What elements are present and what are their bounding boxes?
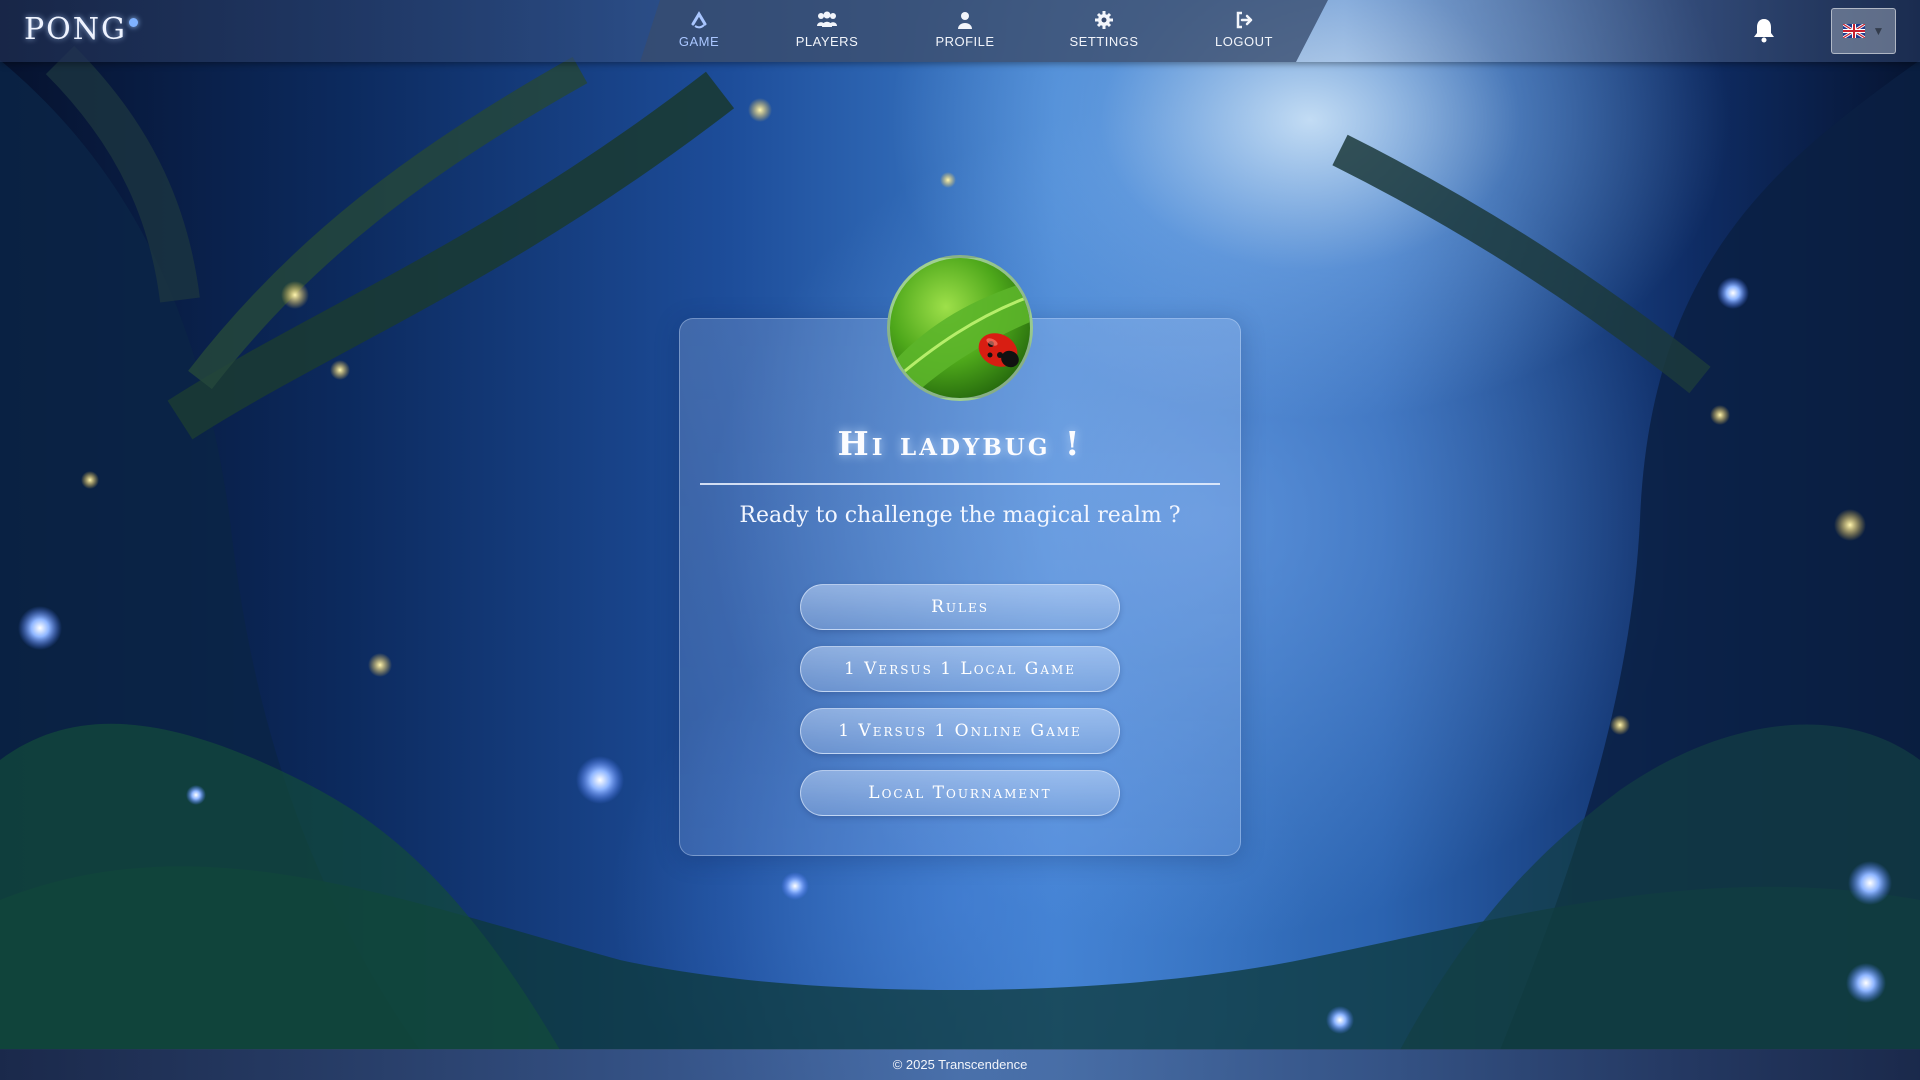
avatar[interactable]	[887, 255, 1033, 401]
chevron-down-icon: ▼	[1872, 24, 1885, 38]
copyright-text: © 2025 Transcendence	[892, 1057, 1028, 1072]
online-1v1-button[interactable]: 1 Versus 1 Online Game	[800, 708, 1120, 754]
nav-label-profile: PROFILE	[935, 34, 995, 49]
greeting-title: Hi ladybug !	[837, 424, 1083, 463]
rules-button[interactable]: Rules	[800, 584, 1120, 630]
nav-label-game: GAME	[678, 34, 720, 49]
language-select[interactable]: ▼	[1831, 8, 1896, 54]
nav-label-players: PLAYERS	[795, 34, 859, 49]
players-icon	[817, 11, 837, 27]
nav-item-profile[interactable]: PROFILE	[910, 10, 1020, 49]
footer: © 2025 Transcendence	[0, 1049, 1920, 1080]
nav-item-players[interactable]: PLAYERS	[772, 10, 882, 49]
divider	[700, 483, 1220, 485]
app-logo-text: PONG	[24, 12, 127, 47]
nav-item-game[interactable]: GAME	[644, 10, 754, 49]
gear-icon	[1095, 11, 1113, 29]
user-icon	[958, 12, 972, 29]
local-tournament-button[interactable]: Local Tournament	[800, 770, 1120, 816]
nav-label-settings: SETTINGS	[1069, 34, 1139, 49]
top-navbar: PONG GAME PLAYERS PROFILE SETTINGS LOGOU…	[0, 0, 1920, 62]
bell-icon	[1754, 19, 1774, 43]
nav-item-logout[interactable]: LOGOUT	[1189, 10, 1299, 49]
uk-flag-icon	[1842, 24, 1865, 38]
ladybug-avatar	[890, 281, 1030, 398]
subtitle: Ready to challenge the magical realm ?	[739, 503, 1181, 528]
local-1v1-button[interactable]: 1 Versus 1 Local Game	[800, 646, 1120, 692]
nav-item-settings[interactable]: SETTINGS	[1049, 10, 1159, 49]
game-icon	[691, 11, 707, 29]
logout-icon	[1236, 11, 1253, 29]
notifications-button[interactable]	[1752, 17, 1776, 48]
app-logo[interactable]: PONG	[24, 12, 138, 47]
nav-label-logout: LOGOUT	[1215, 34, 1273, 49]
logo-orb-icon	[129, 18, 138, 27]
